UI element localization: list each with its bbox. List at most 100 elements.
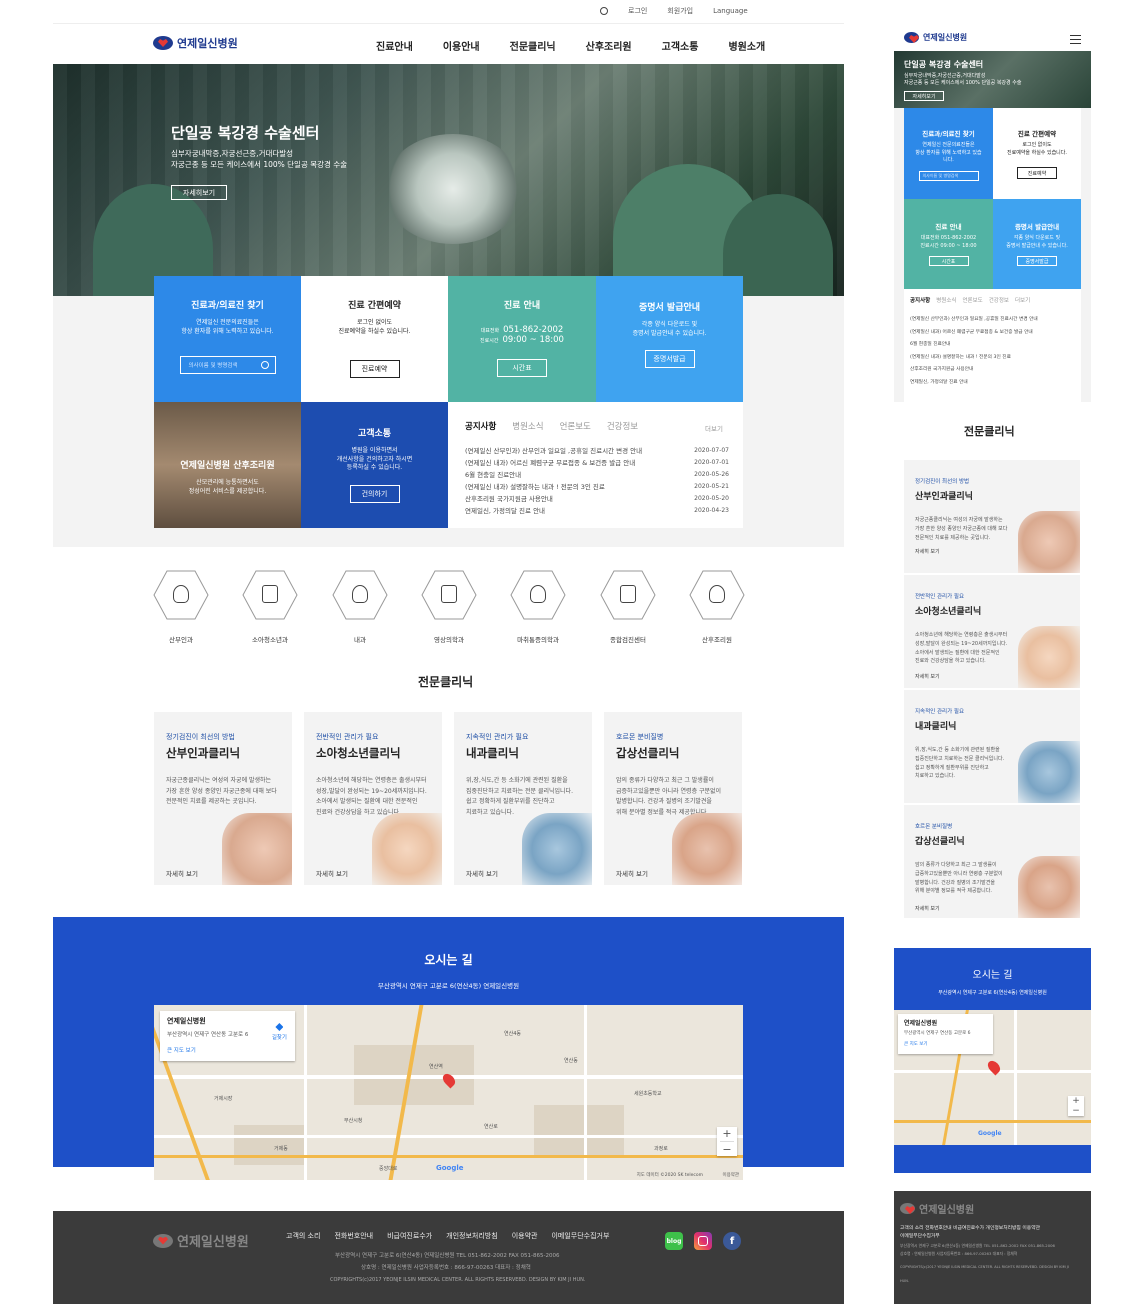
reservation-button[interactable]: 진료예약: [349, 360, 400, 379]
nav-item-treatment[interactable]: 진료안내: [376, 38, 413, 53]
footer-link-privacy[interactable]: 개인정보처리방침: [446, 1231, 498, 1241]
mobile-timetable-button[interactable]: 시간표: [928, 256, 969, 266]
notice-more-link[interactable]: 더보기: [705, 423, 723, 433]
nav-item-about[interactable]: 병원소개: [728, 38, 765, 53]
list-item[interactable]: 6월 현충일 진료안내: [910, 339, 1038, 352]
dept-radiology-button[interactable]: [421, 570, 477, 620]
list-item[interactable]: (연제일신 내과) 어르신 폐렴구균 무료접종 & 보건증 발급 안내 2020-…: [465, 457, 729, 469]
mobile-cert-button[interactable]: 증명서발급: [1017, 256, 1057, 266]
coffee-cup-icon: [709, 585, 725, 603]
list-item[interactable]: 연제일신, 가정의달 진료 안내 2020-04-23: [465, 505, 729, 517]
logo[interactable]: 연제일신병원: [153, 35, 238, 51]
location-title: 오시는 길: [424, 953, 473, 967]
language-link[interactable]: Language: [713, 7, 748, 15]
mobile-clinic-card-obgyn[interactable]: 정기검진이 최선의 방법 산부인과클리닉 자궁근종클리닉는 여성의 자궁에 발생하…: [904, 460, 1080, 573]
mobile-logo[interactable]: 연제일신병원: [904, 32, 967, 43]
zoom-out-button[interactable]: −: [717, 1143, 737, 1156]
hero-detail-button[interactable]: 자세히보기: [171, 185, 227, 200]
mobile-search-input[interactable]: 의사이름 및 병명검색: [918, 170, 979, 181]
large-map-link[interactable]: 큰 지도 보기: [167, 1046, 288, 1054]
timetable-button[interactable]: 시간표: [497, 359, 547, 377]
footer-link-voice[interactable]: 고객의 소리: [286, 1231, 320, 1241]
dept-pediatrics-button[interactable]: [242, 570, 298, 620]
mobile-reserve-button[interactable]: 진료예약: [1017, 167, 1057, 179]
dept-internal-button[interactable]: [332, 570, 388, 620]
dept-label: 내과: [354, 636, 366, 644]
blog-icon[interactable]: blog: [665, 1232, 683, 1250]
clinic-more-link[interactable]: 자세히 보기: [466, 868, 498, 878]
tab-notice[interactable]: 공지사항: [465, 420, 496, 432]
list-item[interactable]: 산후조리원 국가지원금 사용안내 2020-05-20: [465, 493, 729, 505]
hero-title: 단일공 복강경 수술센터: [171, 124, 320, 142]
nav-item-usage[interactable]: 이용안내: [443, 38, 480, 53]
clinic-card-thyroid[interactable]: 호르몬 분비질병 갑상선클리닉 암의 종류가 다양하고 최근 그 발생률이 급증하고…: [604, 712, 742, 885]
directions-button[interactable]: 길찾기: [272, 1023, 287, 1041]
reservation-tile: 진료 간편예약 로그인 없이도 진료예약을 하실수 있습니다. 진료예약: [301, 276, 448, 402]
clinic-card-obgyn[interactable]: 정기검진이 최선의 방법 산부인과클리닉 자궁근종클리닉는 여성의 자궁에 발생하…: [154, 712, 292, 885]
footer-link-email[interactable]: 이메일무단수집거부: [551, 1231, 609, 1241]
map-info-box: 연제일신병원 부산광역시 연제구 연산동 고분로 6 큰 지도 보기 길찾기: [160, 1011, 295, 1061]
footer: 연제일신병원 고객의 소리 전화번호안내 비급여진료수가 개인정보처리방침 이용…: [53, 1211, 844, 1304]
list-item[interactable]: (연제일신 산부인과) 산부인과 일요일 ,공휴일 진료시간 변경 안내 2020…: [465, 445, 729, 457]
nav-item-customer[interactable]: 고객소통: [662, 38, 699, 53]
doctor-search-input[interactable]: 의사이름 및 병명검색: [179, 356, 276, 375]
map-terms-link[interactable]: 이용약관: [722, 1172, 739, 1178]
mobile-clinic-card-pediatrics[interactable]: 전반적인 관리가 필요 소아청소년클리닉 소아청소년에 해당하는 연령층은 출생시…: [904, 575, 1080, 688]
clinic-more-link[interactable]: 자세히 보기: [166, 868, 198, 878]
list-item[interactable]: 6월 현충일 진료안내 2020-05-26: [465, 469, 729, 481]
phone-number: 051-862-2002: [503, 325, 564, 335]
tab-health[interactable]: 건강정보: [607, 420, 638, 432]
mobile-hero-button[interactable]: 자세히보기: [904, 91, 944, 101]
search-icon[interactable]: [260, 361, 269, 370]
list-item[interactable]: 연제일신, 가정의달 진료 안내: [910, 377, 1038, 390]
list-item[interactable]: (연제일신 산부인과) 산부인과 일요일 ,공휴일 진료시간 변경 안내: [910, 314, 1038, 327]
login-link[interactable]: 로그인: [628, 6, 647, 16]
dept-postpartum-button[interactable]: [689, 570, 745, 620]
hero-line1: 심부자궁내막증,자궁선근증,거대다발성: [171, 149, 294, 158]
dept-label: 산후조리원: [702, 636, 732, 644]
clinic-card-pediatrics[interactable]: 전반적인 관리가 필요 소아청소년클리닉 소아청소년에 해당하는 연령층은 출생시…: [304, 712, 442, 885]
mobile-reserve-tile: 진료 간편예약 로그인 없이도 진료예약을 하실수 있습니다. 진료예약: [993, 108, 1081, 199]
mobile-clinic-card-thyroid[interactable]: 호르몬 분비질병 갑상선클리닉 암의 종류가 다양하고 최근 그 발생률이 급증하고…: [904, 805, 1080, 918]
footer-link-fees[interactable]: 비급여진료수가: [387, 1231, 432, 1241]
postpartum-tile[interactable]: 연제일신병원 산후조리원 산모관리에 능통하면서도 정성어린 서비스를 제공합니…: [154, 402, 301, 528]
dept-checkup-button[interactable]: [600, 570, 656, 620]
tab-press[interactable]: 언론보도: [560, 420, 591, 432]
clinic-more-link[interactable]: 자세히 보기: [316, 868, 348, 878]
menu-icon[interactable]: [1070, 35, 1081, 44]
map-view[interactable]: 연산4동 거제시장 연산역 부산시청 연산동 거제동 세원초등학교 연산로 중앙…: [154, 1005, 743, 1180]
nav-item-postpartum[interactable]: 산후조리원: [586, 38, 632, 53]
search-icon[interactable]: [600, 7, 608, 15]
instagram-icon[interactable]: [694, 1232, 712, 1250]
list-item[interactable]: 산후조리원 국가지원금 사용안내: [910, 364, 1038, 377]
signup-link[interactable]: 회원가입: [667, 6, 693, 16]
zoom-in-button[interactable]: +: [717, 1127, 737, 1140]
monitor-icon: [441, 585, 457, 603]
certificate-button[interactable]: 증명서발급: [644, 350, 695, 369]
hours-time: 09:00 ~ 18:00: [502, 335, 564, 345]
list-item[interactable]: (연제일신 내과) 어르신 폐렴구균 무료접종 & 보건증 발급 안내: [910, 327, 1038, 340]
endoscopy-image: [522, 813, 592, 885]
hero-banner: 단일공 복강경 수술센터 심부자궁내막증,자궁선근증,거대다발성 자궁근종 등 …: [53, 64, 844, 296]
google-logo: Google: [436, 1164, 464, 1172]
dept-obgyn-button[interactable]: [153, 570, 209, 620]
footer-link-phone[interactable]: 전화번호안내: [334, 1231, 373, 1241]
facebook-icon[interactable]: f: [723, 1232, 741, 1250]
mobile-map-view[interactable]: 연제일신병원 부산광역시 연제구 연산동 고분로 6 큰 지도 보기 + − G…: [894, 1010, 1091, 1145]
child-icon: [262, 585, 278, 603]
mobile-clinic-card-internal[interactable]: 지속적인 관리가 필요 내과클리닉 위,장,식도,간 등 소화기에 관련된 질환을…: [904, 690, 1080, 803]
dept-label: 마취통증의학과: [517, 636, 559, 644]
list-item[interactable]: (연제일신 내과) 설명잘하는 내과 ! 전문의 3인 진료 2020-05-21: [465, 481, 729, 493]
dept-anesthesia-button[interactable]: [510, 570, 566, 620]
clinic-card-internal[interactable]: 지속적인 관리가 필요 내과클리닉 위,장,식도,간 등 소화기에 관련된 질환을…: [454, 712, 592, 885]
footer-link-terms[interactable]: 이용약관: [512, 1231, 538, 1241]
mobile-footer: 연제일신병원 고객의 소리 전화번호안내 비급여진료수가 개인정보처리방침 이용…: [894, 1191, 1091, 1304]
tab-news[interactable]: 병원소식: [512, 420, 543, 432]
clinic-more-link[interactable]: 자세히 보기: [616, 868, 648, 878]
footer-logo: 연제일신병원: [153, 1231, 249, 1250]
nav-item-clinic[interactable]: 전문클리닉: [510, 38, 556, 53]
dept-label: 영상의학과: [434, 636, 464, 644]
dept-label: 산부인과: [169, 636, 193, 644]
list-item[interactable]: (연제일신 내과) 설명잘하는 내과 ! 전문의 3인 진료: [910, 352, 1038, 365]
suggestion-button[interactable]: 건의하기: [349, 485, 400, 504]
